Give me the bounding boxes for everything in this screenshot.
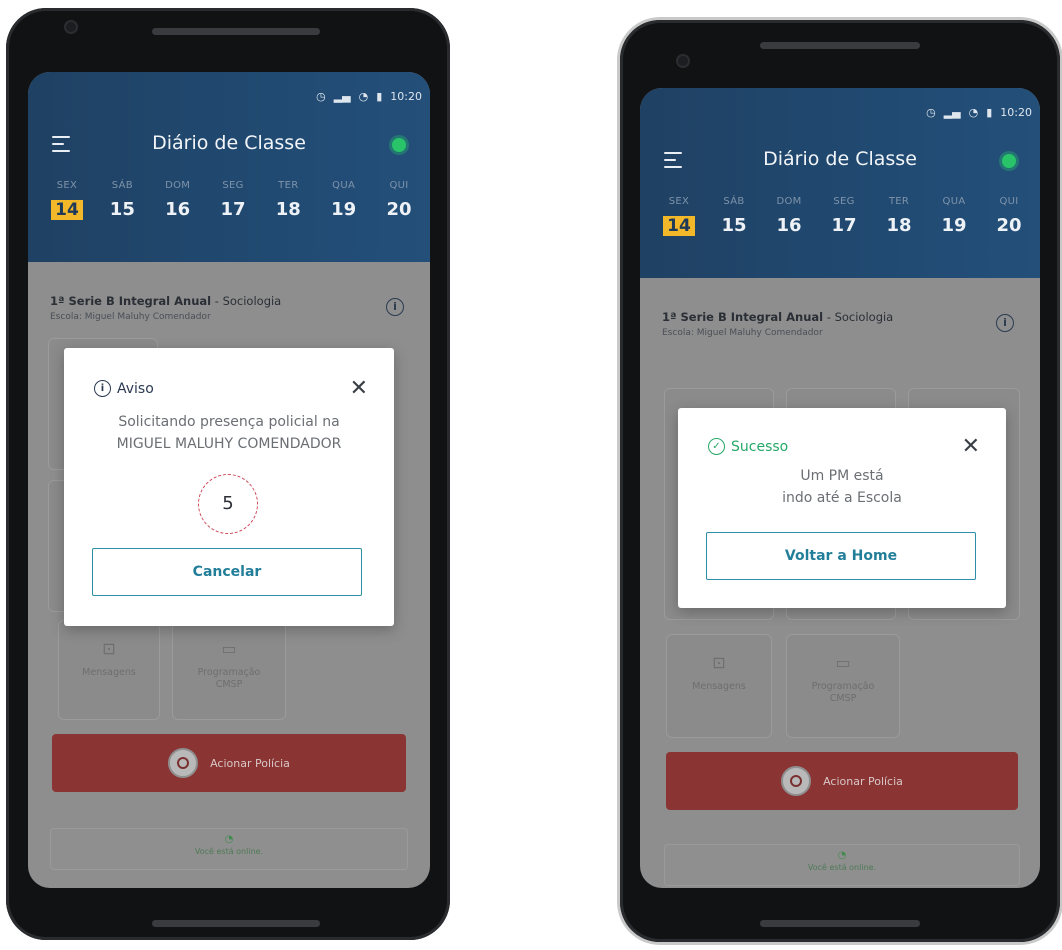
battery-icon: ▮ bbox=[376, 90, 383, 103]
tile-mensagens[interactable]: ⊡ Mensagens bbox=[58, 620, 160, 720]
voltar-home-button[interactable]: Voltar a Home bbox=[706, 532, 976, 580]
tile-label: Mensagens bbox=[82, 667, 136, 678]
cancelar-button[interactable]: Cancelar bbox=[92, 548, 362, 596]
bottom-bezel-bar bbox=[760, 920, 920, 927]
tile-mensagens[interactable]: ⊡ Mensagens bbox=[666, 634, 772, 738]
status-bar: ◷ ▂▄ ◔ ▮ 10:20 bbox=[926, 106, 1032, 119]
day-qua[interactable]: QUA 19 bbox=[323, 180, 365, 220]
message-icon: ⊡ bbox=[712, 653, 726, 672]
phone-right: ◷ ▂▄ ◔ ▮ 10:20 Diário de Classe SEX 14 SÁ… bbox=[620, 20, 1060, 942]
tile-label: Programação CMSP bbox=[811, 681, 875, 704]
online-status-dot bbox=[392, 138, 406, 152]
day-dom[interactable]: DOM 16 bbox=[768, 196, 810, 236]
aviso-dialog: i Aviso ✕ Solicitando presença policial … bbox=[64, 348, 394, 626]
course-class: 1ª Serie B Integral Anual bbox=[50, 294, 212, 308]
course-school: Escola: Miguel Maluhy Comendador bbox=[662, 328, 823, 338]
day-qua[interactable]: QUA 19 bbox=[933, 196, 975, 236]
day-qui[interactable]: QUI 20 bbox=[988, 196, 1030, 236]
dialog-message-line1: Solicitando presença policial na bbox=[118, 414, 340, 430]
message-icon: ⊡ bbox=[102, 639, 116, 658]
bottom-bezel-bar bbox=[152, 920, 320, 927]
day-dom[interactable]: DOM 16 bbox=[157, 180, 199, 220]
tile-programacao-cmsp[interactable]: ▭ Programação CMSP bbox=[786, 634, 900, 738]
course-subject: - Sociologia bbox=[211, 294, 282, 308]
police-badge-icon bbox=[168, 748, 199, 778]
phone-screen: ◷ ▂▄ ◔ ▮ 10:20 Diário de Classe SEX 14 SÁ… bbox=[28, 72, 430, 888]
dialog-title: ✓ Sucesso bbox=[708, 438, 788, 455]
acionar-policia-button[interactable]: Acionar Polícia bbox=[666, 752, 1018, 810]
check-circle-icon: ✓ bbox=[708, 438, 725, 455]
app-title: Diário de Classe bbox=[152, 132, 306, 154]
front-camera-icon bbox=[676, 54, 690, 68]
day-ter[interactable]: TER 18 bbox=[267, 180, 309, 220]
status-time: 10:20 bbox=[390, 90, 422, 103]
day-seg[interactable]: SEG 17 bbox=[212, 180, 254, 220]
alarm-icon: ◷ bbox=[926, 106, 936, 119]
app-title: Diário de Classe bbox=[763, 148, 917, 170]
day-ter[interactable]: TER 18 bbox=[878, 196, 920, 236]
signal-icon: ▂▄ bbox=[943, 106, 961, 119]
wifi-icon: ◔ bbox=[837, 850, 847, 861]
week-day-selector: SEX 14 SÁB 15 DOM 16 SEG 17 TER 18 QUA 19 QUI 2… bbox=[46, 180, 420, 220]
dialog-message-line2: MIGUEL MALUHY COMENDADOR bbox=[116, 436, 342, 452]
acionar-policia-button[interactable]: Acionar Polícia bbox=[52, 734, 406, 792]
countdown-timer: 5 bbox=[198, 474, 258, 534]
online-text: Você está online. bbox=[807, 863, 877, 872]
sucesso-dialog: ✓ Sucesso ✕ Um PM está indo até a Escola… bbox=[678, 408, 1006, 608]
online-status-bar: ◔ Você está online. bbox=[664, 844, 1020, 886]
day-sex[interactable]: SEX 14 bbox=[46, 180, 88, 220]
front-camera-icon bbox=[64, 20, 78, 34]
app-header: ◷ ▂▄ ◔ ▮ 10:20 Diário de Classe SEX 14 SÁ… bbox=[28, 72, 430, 262]
course-subject: - Sociologia bbox=[823, 310, 894, 324]
dialog-message-line1: Um PM está bbox=[800, 468, 884, 484]
phone-left: ◷ ▂▄ ◔ ▮ 10:20 Diário de Classe SEX 14 SÁ… bbox=[6, 8, 450, 940]
info-icon[interactable]: i bbox=[996, 314, 1014, 332]
course-school: Escola: Miguel Maluhy Comendador bbox=[50, 312, 211, 322]
day-sab[interactable]: SÁB 15 bbox=[101, 180, 143, 220]
wifi-icon: ◔ bbox=[968, 106, 979, 119]
day-qui[interactable]: QUI 20 bbox=[378, 180, 420, 220]
wifi-icon: ◔ bbox=[358, 90, 369, 103]
dialog-message-line2: indo até a Escola bbox=[782, 490, 902, 506]
phone-screen: ◷ ▂▄ ◔ ▮ 10:20 Diário de Classe SEX 14 SÁ… bbox=[640, 88, 1040, 888]
close-icon[interactable]: ✕ bbox=[962, 436, 980, 458]
day-sex[interactable]: SEX 14 bbox=[658, 196, 700, 236]
course-class: 1ª Serie B Integral Anual bbox=[662, 310, 824, 324]
course-info: 1ª Serie B Integral Anual - Sociologia E… bbox=[50, 294, 281, 322]
police-badge-icon bbox=[781, 766, 812, 796]
info-icon: i bbox=[94, 380, 111, 397]
wifi-icon: ◔ bbox=[224, 834, 234, 845]
tile-label: Programação CMSP bbox=[197, 667, 261, 690]
online-text: Você está online. bbox=[194, 847, 264, 856]
close-icon[interactable]: ✕ bbox=[350, 378, 368, 400]
week-day-selector: SEX 14 SÁB 15 DOM 16 SEG 17 TER 18 QUA 19 QUI 2… bbox=[658, 196, 1030, 236]
status-time: 10:20 bbox=[1000, 106, 1032, 119]
tile-label: Mensagens bbox=[692, 681, 746, 692]
tile-programacao-cmsp[interactable]: ▭ Programação CMSP bbox=[172, 620, 286, 720]
app-header: ◷ ▂▄ ◔ ▮ 10:20 Diário de Classe SEX 14 SÁ… bbox=[640, 88, 1040, 278]
day-sab[interactable]: SÁB 15 bbox=[713, 196, 755, 236]
info-icon[interactable]: i bbox=[386, 298, 404, 316]
online-status-bar: ◔ Você está online. bbox=[50, 828, 408, 870]
course-info: 1ª Serie B Integral Anual - Sociologia E… bbox=[662, 310, 893, 338]
status-bar: ◷ ▂▄ ◔ ▮ 10:20 bbox=[316, 90, 422, 103]
alarm-icon: ◷ bbox=[316, 90, 326, 103]
day-seg[interactable]: SEG 17 bbox=[823, 196, 865, 236]
online-status-dot bbox=[1002, 154, 1016, 168]
speaker-grille bbox=[760, 42, 920, 49]
speaker-grille bbox=[152, 28, 320, 35]
dialog-title: i Aviso bbox=[94, 380, 154, 397]
signal-icon: ▂▄ bbox=[333, 90, 351, 103]
tv-icon: ▭ bbox=[221, 639, 237, 658]
battery-icon: ▮ bbox=[986, 106, 993, 119]
tv-icon: ▭ bbox=[835, 653, 851, 672]
